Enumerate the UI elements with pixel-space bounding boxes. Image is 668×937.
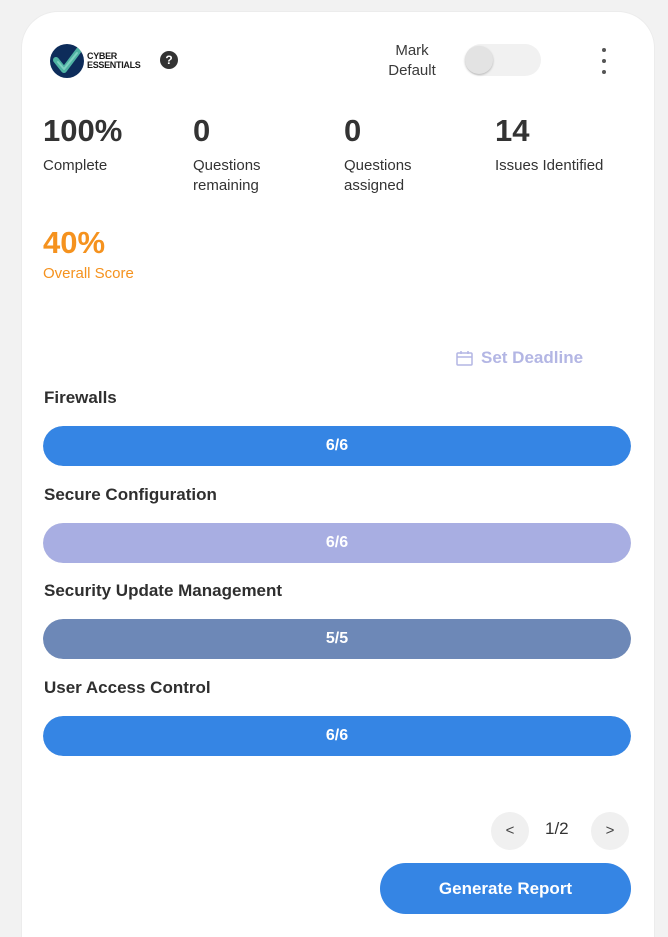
help-icon[interactable]: ? [160, 51, 178, 69]
set-deadline-button[interactable]: Set Deadline [456, 348, 583, 368]
page-indicator: 1/2 [545, 819, 569, 838]
toggle-knob [465, 46, 493, 74]
stat-issues-identified-value: 14 [495, 113, 530, 148]
stat-complete: 100% Complete [43, 114, 173, 176]
stat-questions-assigned-value: 0 [344, 113, 362, 148]
category-title-user-access-control: User Access Control [44, 678, 211, 697]
mark-default-line2: Default [388, 62, 436, 79]
set-deadline-label: Set Deadline [481, 348, 584, 367]
progress-bar-label: 6/6 [325, 534, 349, 551]
stat-questions-remaining-label: Questions remaining [193, 157, 261, 194]
stat-questions-assigned-label: Questions assigned [344, 157, 412, 194]
mark-default-label: Mark Default [377, 41, 447, 81]
checkmark-icon [50, 44, 84, 78]
progress-bar-user-access-control[interactable]: 6/6 [43, 716, 631, 756]
progress-bar-secure-configuration[interactable]: 6/6 [43, 523, 631, 563]
stat-overall-score: 40% Overall Score [43, 226, 193, 284]
stat-questions-remaining: 0 Questions remaining [193, 114, 303, 196]
stat-questions-remaining-value: 0 [193, 113, 211, 148]
category-title-firewalls: Firewalls [44, 388, 117, 407]
stat-complete-label: Complete [43, 157, 108, 174]
mark-default-line1: Mark [395, 42, 429, 59]
progress-bar-label: 5/5 [325, 630, 349, 647]
stat-issues-identified-label: Issues Identified [495, 157, 604, 174]
category-title-security-update-management: Security Update Management [44, 581, 283, 600]
assessment-card: CYBER ESSENTIALS ? Mark Default 100% Com… [22, 12, 654, 937]
stat-issues-identified: 14 Issues Identified [495, 114, 645, 176]
stat-complete-value: 100% [43, 113, 123, 148]
logo-text-line2: ESSENTIALS [87, 60, 141, 70]
generate-report-button[interactable]: Generate Report [380, 863, 631, 914]
prev-page-button[interactable]: < [491, 812, 529, 850]
progress-bar-label: 6/6 [325, 437, 349, 454]
stat-overall-score-value: 40% [43, 225, 106, 260]
category-title-secure-configuration: Secure Configuration [44, 485, 217, 504]
stat-overall-score-label: Overall Score [43, 265, 134, 282]
next-page-button[interactable]: > [591, 812, 629, 850]
progress-bar-firewalls[interactable]: 6/6 [43, 426, 631, 466]
more-options-icon[interactable] [592, 48, 616, 74]
stat-questions-assigned: 0 Questions assigned [344, 114, 454, 196]
progress-bar-security-update-management[interactable]: 5/5 [43, 619, 631, 659]
progress-bar-label: 6/6 [325, 727, 349, 744]
mark-default-toggle[interactable] [465, 44, 541, 76]
calendar-icon [456, 350, 473, 366]
cyber-essentials-logo: CYBER ESSENTIALS [50, 44, 141, 78]
